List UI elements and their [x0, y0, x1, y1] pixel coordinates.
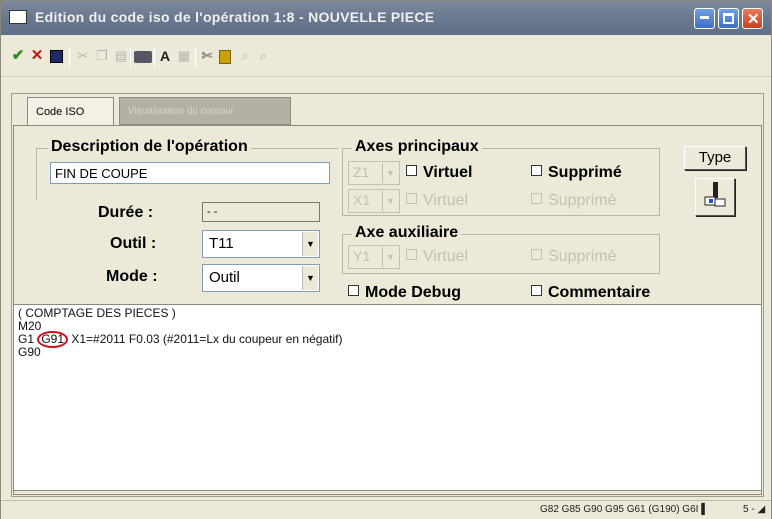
type-button[interactable]: Type — [684, 146, 746, 170]
axis-z1-select[interactable]: Z1 ▼ — [348, 161, 400, 185]
minimize-button[interactable] — [694, 8, 715, 29]
code-line: G1 G91 X1=#2011 F0.03 (#2011=Lx du coupe… — [18, 331, 757, 348]
code-line: ( COMPTAGE DES PIECES ) — [18, 306, 176, 320]
checkbox-box — [406, 193, 417, 204]
commentaire-checkbox[interactable]: Commentaire — [531, 284, 759, 302]
flag-icon[interactable] — [219, 50, 231, 64]
highlighted-code: G91 — [37, 331, 69, 348]
mode-debug-checkbox[interactable]: Mode Debug — [348, 284, 461, 302]
y1-supprime-checkbox[interactable]: Supprimé — [531, 248, 616, 266]
code-suffix: X1=#2011 F0.03 (#2011=Lx du coupeur en n… — [68, 332, 343, 346]
checkbox-box — [531, 285, 542, 296]
axis-z1-value: Z1 — [353, 164, 370, 180]
print-icon[interactable] — [134, 51, 152, 63]
code-line: G90 — [18, 345, 41, 359]
chevron-down-icon[interactable]: ▼ — [382, 191, 398, 211]
search-icon[interactable]: ⌕ — [237, 48, 253, 64]
toolbar: ✔ ✕ ✂ ❐ ▤ A ▦ ✄ ⌕ ⌕ — [1, 35, 771, 77]
z1-supprime-checkbox[interactable]: Supprimé — [531, 164, 622, 182]
copy-icon[interactable]: ❐ — [94, 48, 110, 64]
iso-code-editor[interactable]: ( COMPTAGE DES PIECES ) M20 G1 G91 X1=#2… — [13, 304, 762, 491]
tools-icon[interactable]: ✄ — [199, 48, 215, 64]
checkbox-box — [348, 285, 359, 296]
chevron-down-icon[interactable]: ▼ — [382, 163, 398, 183]
checkbox-box — [531, 249, 542, 260]
outil-value: T11 — [209, 235, 234, 252]
mode-debug-label: Mode Debug — [365, 284, 461, 301]
y1-virtuel-label: Virtuel — [423, 248, 469, 265]
code-prefix: G1 — [18, 332, 38, 346]
checkmark-icon[interactable]: ✔ — [10, 48, 26, 64]
checkbox-box — [531, 165, 542, 176]
z1-supprime-label: Supprimé — [548, 164, 622, 181]
description-legend: Description de l'opération — [48, 138, 251, 156]
x1-supprime-checkbox[interactable]: Supprimé — [531, 192, 616, 210]
axes-principaux-legend: Axes principaux — [352, 138, 482, 156]
close-button[interactable]: ✕ — [742, 8, 763, 29]
x1-supprime-label: Supprimé — [548, 192, 617, 209]
main-window: Edition du code iso de l'opération 1:8 -… — [0, 0, 772, 519]
save-icon[interactable] — [50, 50, 63, 63]
grid-icon[interactable]: ▦ — [176, 48, 192, 64]
search-next-icon[interactable]: ⌕ — [255, 48, 271, 64]
axe-auxiliaire-legend: Axe auxiliaire — [352, 224, 462, 242]
z1-virtuel-label: Virtuel — [423, 164, 473, 181]
minimize-icon — [700, 16, 709, 19]
axis-y1-select[interactable]: Y1 ▼ — [348, 245, 400, 269]
maximize-icon — [723, 13, 734, 24]
font-icon[interactable]: A — [157, 48, 173, 64]
toolbar-separator — [195, 47, 196, 67]
y1-virtuel-checkbox[interactable]: Virtuel — [406, 248, 468, 266]
toolbar-separator — [130, 47, 131, 67]
checkbox-box — [406, 249, 417, 260]
chevron-down-icon[interactable]: ▼ — [302, 266, 318, 290]
modal-codes-status: G82 G85 G90 G95 G61 (G190) G6I ▌ — [540, 504, 709, 515]
cancel-icon[interactable]: ✕ — [29, 48, 45, 64]
description-field[interactable]: FIN DE COUPE — [50, 162, 330, 184]
mode-label: Mode : — [106, 268, 158, 285]
commentaire-label: Commentaire — [548, 284, 651, 301]
maximize-button[interactable] — [718, 8, 739, 29]
chevron-down-icon[interactable]: ▼ — [382, 247, 398, 267]
tab-visualisation[interactable]: Visualisation du contour — [119, 97, 291, 125]
x1-virtuel-label: Virtuel — [423, 192, 469, 209]
x1-virtuel-checkbox[interactable]: Virtuel — [406, 192, 468, 210]
duree-field: - - — [202, 202, 320, 222]
window-title: Edition du code iso de l'opération 1:8 -… — [35, 9, 435, 25]
tab-code-iso[interactable]: Code ISO — [27, 97, 114, 125]
axis-x1-value: X1 — [353, 192, 371, 208]
checkbox-box — [406, 165, 417, 176]
mode-value: Outil — [209, 269, 240, 286]
tool-holder-icon — [704, 182, 726, 207]
axis-x1-select[interactable]: X1 ▼ — [348, 189, 400, 213]
close-icon: ✕ — [747, 11, 760, 28]
z1-virtuel-checkbox[interactable]: Virtuel — [406, 164, 473, 182]
toolbar-separator — [154, 47, 155, 67]
checkbox-box — [531, 193, 542, 204]
mode-select[interactable]: Outil ▼ — [202, 264, 320, 292]
status-bar: G82 G85 G90 G95 G61 (G190) G6I ▌ 5 - ◢ — [1, 500, 771, 519]
tool-type-button[interactable] — [695, 178, 735, 216]
outil-select[interactable]: T11 ▼ — [202, 230, 320, 258]
duree-label: Durée : — [98, 204, 154, 221]
toolbar-separator — [69, 47, 70, 67]
y1-supprime-label: Supprimé — [548, 248, 617, 265]
axis-y1-value: Y1 — [353, 248, 371, 264]
line-status: 5 - ◢ — [743, 504, 766, 515]
window-icon — [9, 10, 27, 24]
cut-icon[interactable]: ✂ — [75, 48, 91, 64]
title-bar[interactable]: Edition du code iso de l'opération 1:8 -… — [1, 1, 771, 35]
outil-label: Outil : — [110, 235, 157, 252]
paste-icon[interactable]: ▤ — [113, 48, 129, 64]
chevron-down-icon[interactable]: ▼ — [302, 232, 318, 256]
